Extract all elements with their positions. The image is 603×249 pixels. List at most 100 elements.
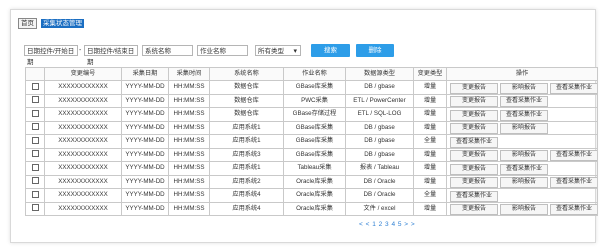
action-button[interactable]: 变更报告 — [450, 204, 498, 215]
date-cell: YYYY-MM-DD — [121, 120, 169, 135]
actions-cell: 变更报告 查看采集作业 — [446, 161, 598, 176]
change-type-cell: 增量 — [413, 174, 447, 189]
table-row: XXXXXXXXXXXX YYYY-MM-DD HH:MM:SS 应用系统1 Table… — [25, 161, 598, 176]
time-cell: HH:MM:SS — [168, 188, 210, 203]
time-cell: HH:MM:SS — [168, 80, 210, 95]
actions-cell: 变更报告 影响报告 查看采集作业 — [446, 80, 598, 95]
time-cell: HH:MM:SS — [168, 174, 210, 189]
change-id-cell: XXXXXXXXXXXX — [44, 80, 122, 95]
system-name-cell: 应用系统3 — [209, 147, 284, 162]
action-button[interactable]: 查看采集作业 — [500, 163, 548, 175]
job-name-cell: Oracle库采集 — [283, 188, 346, 203]
action-button[interactable]: 变更报告 — [450, 177, 498, 188]
table-row: XXXXXXXXXXXX YYYY-MM-DD HH:MM:SS 数据仓库 PWC采集 E… — [25, 93, 598, 108]
source-type-cell: DB / gbase — [345, 134, 414, 149]
system-name-cell: 应用系统4 — [209, 188, 284, 203]
action-button[interactable]: 变更报告 — [450, 82, 498, 94]
type-select-value: 所有类型 — [258, 48, 284, 55]
action-button[interactable]: 变更报告 — [450, 109, 498, 121]
action-button[interactable]: 查看采集作业 — [550, 150, 597, 161]
action-button[interactable]: 查看采集作业 — [500, 109, 548, 121]
action-button[interactable]: 查看采集作业 — [450, 136, 498, 148]
actions-cell: 变更报告 影响报告 查看采集作业 — [446, 147, 598, 162]
action-button[interactable]: 变更报告 — [450, 163, 498, 175]
type-select[interactable]: 所有类型 — [255, 45, 301, 57]
action-button[interactable]: 查看采集作业 — [550, 82, 597, 94]
action-button[interactable]: 变更报告 — [450, 96, 498, 107]
breadcrumb: 首页 采集状态管理 — [18, 18, 84, 29]
date-cell: YYYY-MM-DD — [121, 201, 169, 216]
actions-cell: 查看采集作业 — [446, 134, 598, 149]
source-type-cell: DB / Oracle — [345, 188, 414, 203]
search-button[interactable]: 搜索 — [311, 44, 350, 57]
delete-button[interactable]: 删除 — [356, 44, 394, 57]
job-name-cell: PWC采集 — [283, 93, 346, 108]
table-row: XXXXXXXXXXXX YYYY-MM-DD HH:MM:SS 应用系统1 GBase… — [25, 120, 598, 135]
action-button[interactable]: 查看采集作业 — [550, 204, 597, 215]
row-select-cell — [25, 80, 45, 95]
change-id-cell: XXXXXXXXXXXX — [44, 188, 122, 203]
header-change-type: 变更类型 — [413, 67, 447, 81]
source-type-cell: DB / Oracle — [345, 174, 414, 189]
date-separator: - — [79, 47, 82, 54]
breadcrumb-home[interactable]: 首页 — [18, 18, 37, 29]
row-checkbox[interactable] — [31, 190, 39, 198]
actions-cell: 查看采集作业 — [446, 188, 598, 203]
system-name-cell: 数据仓库 — [209, 80, 284, 95]
pagination[interactable]: < < 1 2 3 4 5 > > — [359, 221, 415, 228]
change-id-cell: XXXXXXXXXXXX — [44, 174, 122, 189]
row-checkbox[interactable] — [31, 177, 39, 185]
row-select-cell — [25, 107, 45, 122]
end-date-field[interactable]: 日期控件/结束日期 — [84, 45, 138, 66]
date-cell: YYYY-MM-DD — [121, 174, 169, 189]
job-name-input[interactable]: 作业名称 — [197, 45, 248, 56]
start-date-field[interactable]: 日期控件/开始日期 — [24, 45, 78, 66]
date-cell: YYYY-MM-DD — [121, 80, 169, 95]
row-select-cell — [25, 120, 45, 135]
change-type-cell: 增量 — [413, 161, 447, 176]
action-button[interactable]: 查看采集作业 — [500, 96, 548, 107]
row-checkbox[interactable] — [31, 123, 39, 131]
time-cell: HH:MM:SS — [168, 147, 210, 162]
action-button[interactable]: 查看采集作业 — [450, 190, 498, 202]
header-change-id: 变更编号 — [44, 67, 122, 81]
breadcrumb-current: 采集状态管理 — [41, 19, 84, 28]
row-checkbox[interactable] — [31, 82, 39, 90]
system-name-cell: 数据仓库 — [209, 107, 284, 122]
row-checkbox[interactable] — [31, 163, 39, 171]
job-name-cell: Oracle库采集 — [283, 201, 346, 216]
table-row: XXXXXXXXXXXX YYYY-MM-DD HH:MM:SS 应用系统2 Oracl… — [25, 174, 598, 189]
change-type-cell: 增量 — [413, 120, 447, 135]
system-name-cell: 应用系统1 — [209, 134, 284, 149]
time-cell: HH:MM:SS — [168, 201, 210, 216]
row-checkbox[interactable] — [31, 136, 39, 144]
change-type-cell: 全量 — [413, 188, 447, 203]
row-checkbox[interactable] — [31, 109, 39, 117]
row-checkbox[interactable] — [31, 150, 39, 158]
action-button[interactable]: 影响报告 — [500, 82, 548, 94]
job-name-cell: GBase库采集 — [283, 120, 346, 135]
time-cell: HH:MM:SS — [168, 161, 210, 176]
action-button[interactable]: 影响报告 — [500, 177, 548, 188]
row-select-cell — [25, 201, 45, 216]
job-name-cell: Tableau采集 — [283, 161, 346, 176]
action-button[interactable]: 影响报告 — [500, 123, 548, 134]
job-name-cell: GBase存储过程 — [283, 107, 346, 122]
row-checkbox[interactable] — [31, 96, 39, 104]
date-cell: YYYY-MM-DD — [121, 93, 169, 108]
job-name-cell: GBase库采集 — [283, 147, 346, 162]
row-checkbox[interactable] — [31, 204, 39, 212]
action-button[interactable]: 变更报告 — [450, 150, 498, 161]
system-name-input[interactable]: 系统名称 — [142, 45, 193, 56]
date-cell: YYYY-MM-DD — [121, 134, 169, 149]
header-date: 采集日期 — [121, 67, 169, 81]
change-id-cell: XXXXXXXXXXXX — [44, 201, 122, 216]
time-cell: HH:MM:SS — [168, 93, 210, 108]
action-button[interactable]: 影响报告 — [500, 150, 548, 161]
action-button[interactable]: 影响报告 — [500, 204, 548, 215]
row-select-cell — [25, 93, 45, 108]
action-button[interactable]: 变更报告 — [450, 123, 498, 134]
action-button[interactable]: 查看采集作业 — [550, 177, 597, 188]
system-name-cell: 应用系统4 — [209, 201, 284, 216]
time-cell: HH:MM:SS — [168, 120, 210, 135]
